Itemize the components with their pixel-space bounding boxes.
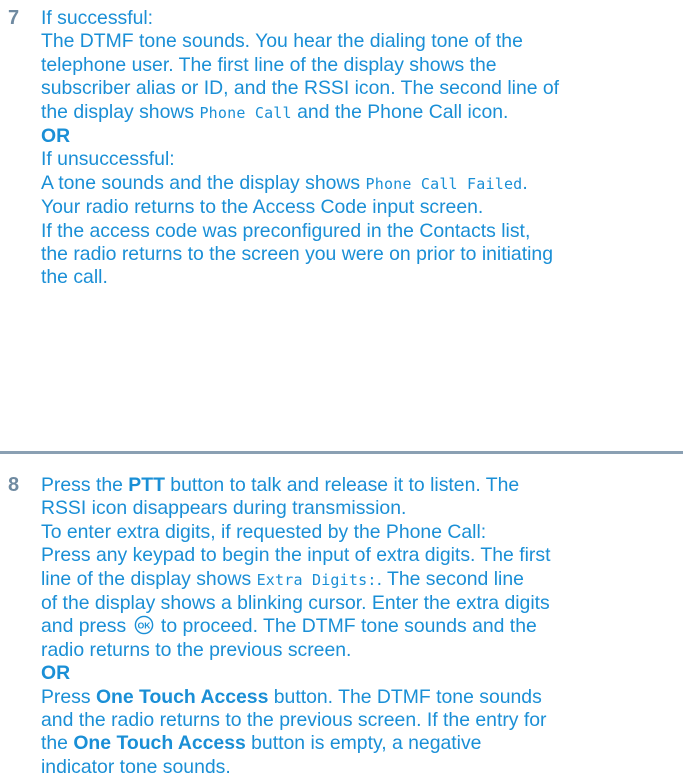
if-successful-label: If successful:: [41, 7, 154, 29]
or-text: OR: [41, 125, 71, 148]
step-text-line: Press the PTT button to talk and release…: [41, 474, 681, 497]
step-text-line: indicator tone sounds.: [41, 755, 231, 778]
text-segment: and press: [41, 615, 132, 638]
fail-text-line: the radio returns to the screen you were…: [41, 243, 553, 266]
fail-text-line: Your radio returns to the Access Code in…: [41, 196, 484, 219]
text-segment: button to talk and release it to listen.…: [164, 474, 520, 496]
or-label: OR: [41, 125, 681, 148]
text-segment: A tone sounds and the display shows: [41, 171, 366, 194]
display-text-phone-call-failed: Phone Call Failed: [365, 174, 523, 193]
step-divider: [0, 451, 683, 454]
success-text-line: The DTMF tone sounds. You hear the diali…: [41, 30, 523, 53]
step-text-line: Press One Touch Access button. The DTMF …: [41, 686, 681, 709]
text-segment: Press the: [41, 474, 129, 496]
text-segment: and the Phone Call icon.: [291, 100, 509, 123]
text-segment: line of the display shows: [41, 567, 257, 590]
if-unsuccessful-label: If unsuccessful:: [41, 148, 175, 171]
text-segment: button. The DTMF tone sounds: [268, 685, 542, 708]
or-text: OR: [41, 662, 71, 685]
success-text-line: the display shows Phone Call and the Pho…: [41, 101, 681, 125]
fail-text-line: A tone sounds and the display shows Phon…: [41, 172, 681, 196]
or-label: OR: [41, 662, 681, 685]
one-touch-access-label: One Touch Access: [73, 732, 246, 755]
step-text-line: of the display shows a blinking cursor. …: [41, 592, 550, 615]
step-text-line: the One Touch Access button is empty, a …: [41, 732, 681, 755]
one-touch-access-label: One Touch Access: [95, 685, 269, 708]
ptt-button-label: PTT: [128, 474, 165, 496]
step-text-line: Press any keypad to begin the input of e…: [41, 544, 551, 567]
step-body: If successful: The DTMF tone sounds. You…: [41, 7, 681, 290]
fail-text-line: If the access code was preconfigured in …: [41, 219, 531, 242]
step-number: 8: [8, 474, 20, 496]
display-text-extra-digits: Extra Digits:: [256, 570, 377, 589]
step-text-line: and the radio returns to the previous sc…: [41, 709, 547, 732]
fail-text-line: the call.: [41, 266, 108, 289]
display-text-phone-call: Phone Call: [199, 103, 292, 122]
svg-text:OK: OK: [137, 621, 151, 631]
text-segment: the display shows: [41, 100, 200, 123]
step-body: Press the PTT button to talk and release…: [41, 474, 681, 779]
step-number: 7: [8, 7, 20, 29]
step-text-line: To enter extra digits, if requested by t…: [41, 520, 487, 543]
text-segment: Press: [41, 685, 96, 708]
step-text-line: RSSI icon disappears during transmission…: [41, 497, 407, 520]
text-segment: . The second line: [376, 567, 524, 590]
success-text-line: subscriber alias or ID, and the RSSI ico…: [41, 77, 560, 100]
ok-button-icon: OK: [134, 616, 153, 635]
step-text-line: and press OK to proceed. The DTMF tone s…: [41, 615, 681, 638]
step-text-line: line of the display shows Extra Digits:.…: [41, 568, 681, 592]
success-text-line: telephone user. The first line of the di…: [41, 53, 497, 76]
step-text-line: radio returns to the previous screen.: [41, 638, 352, 661]
text-segment: button is empty, a negative: [245, 732, 482, 755]
text-segment: the: [41, 732, 74, 755]
text-segment: .: [522, 171, 528, 194]
text-segment: to proceed. The DTMF tone sounds and the: [155, 615, 537, 638]
